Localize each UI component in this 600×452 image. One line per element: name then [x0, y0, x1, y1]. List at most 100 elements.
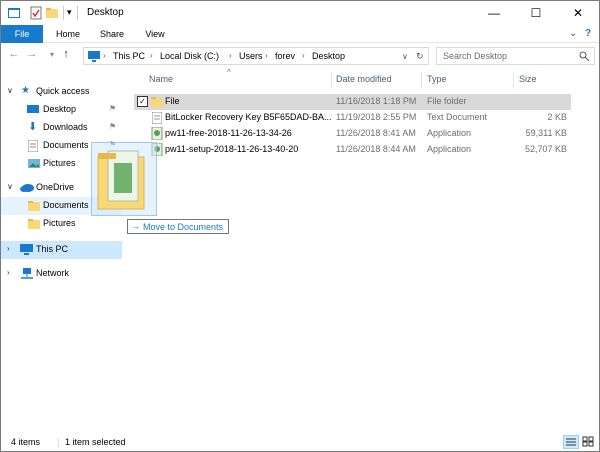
file-name: BitLocker Recovery Key B5F65DAD-BA... — [165, 112, 332, 122]
breadcrumb-chevron-icon[interactable]: › — [265, 51, 268, 60]
minimize-button[interactable]: — — [473, 1, 515, 25]
column-divider[interactable] — [331, 72, 332, 89]
properties-check-icon[interactable] — [29, 6, 43, 20]
collapse-chevron-icon[interactable]: › — [7, 268, 10, 277]
download-arrow-icon: ⬇ — [28, 121, 38, 133]
desktop-icon — [27, 105, 39, 113]
this-pc-small-icon — [88, 51, 100, 62]
tab-file[interactable]: File — [1, 25, 43, 43]
title-separator — [77, 6, 78, 20]
tab-home[interactable]: Home — [49, 25, 87, 43]
drag-tooltip-text: Move to Documents — [143, 222, 224, 232]
details-view-button[interactable] — [563, 435, 579, 449]
breadcrumb-local-disk[interactable]: Local Disk (C:) — [160, 51, 219, 61]
file-list: Name ^ Date modified Type Size ✓ File 11… — [122, 68, 599, 433]
expand-chevron-icon[interactable]: ∨ — [7, 86, 13, 95]
selection-count: 1 item selected — [65, 437, 126, 447]
file-name: File — [165, 96, 180, 106]
close-button[interactable]: ✕ — [557, 1, 599, 25]
quick-access-toolbar-dropdown-icon[interactable]: ▾ — [67, 7, 72, 18]
nav-qa-desktop[interactable]: Desktop ⚑ — [1, 101, 122, 119]
breadcrumb-chevron-icon[interactable]: › — [229, 51, 232, 60]
table-row[interactable]: pw11-setup-2018-11-26-13-40-20 11/26/201… — [134, 142, 571, 158]
table-row[interactable]: BitLocker Recovery Key B5F65DAD-BA... 11… — [134, 110, 571, 126]
row-checkbox[interactable]: ✓ — [137, 96, 148, 107]
large-icons-view-button[interactable] — [581, 435, 597, 449]
file-size: 52,707 KB — [524, 144, 567, 154]
help-icon[interactable]: ? — [585, 28, 591, 39]
nav-label: This PC — [36, 244, 69, 254]
breadcrumb-desktop[interactable]: Desktop — [312, 51, 345, 61]
collapse-chevron-icon[interactable]: › — [7, 244, 10, 253]
up-arrow-icon[interactable]: ↑ — [59, 48, 73, 60]
nav-label: OneDrive — [36, 182, 75, 192]
breadcrumb-forev[interactable]: forev — [275, 51, 295, 61]
new-folder-icon[interactable] — [45, 6, 59, 20]
column-divider[interactable] — [513, 72, 514, 89]
column-header-type[interactable]: Type — [427, 74, 447, 94]
folder-icon — [28, 219, 40, 229]
details-view-icon — [566, 438, 576, 446]
breadcrumb-users[interactable]: Users — [239, 51, 263, 61]
nav-label: Downloads — [43, 122, 88, 132]
this-pc-icon — [20, 244, 33, 255]
nav-label: Documents — [43, 200, 89, 210]
search-icon[interactable] — [579, 51, 590, 62]
large-icons-view-icon — [582, 436, 594, 447]
sort-ascending-icon: ^ — [227, 68, 231, 77]
dragged-folder-icon — [97, 150, 145, 210]
search-input[interactable]: Search Desktop — [436, 47, 595, 65]
folder-icon — [151, 97, 163, 107]
column-header-date[interactable]: Date modified — [336, 74, 392, 94]
column-divider[interactable] — [421, 72, 422, 89]
table-row[interactable]: pw11-free-2018-11-26-13-34-26 11/26/2018… — [134, 126, 571, 142]
pin-icon: ⚑ — [109, 122, 117, 131]
address-dropdown-icon[interactable]: ∨ — [402, 52, 408, 61]
file-date: 11/19/2018 2:55 PM — [336, 112, 417, 122]
file-date: 11/16/2018 1:18 PM — [336, 96, 417, 106]
breadcrumb-chevron-icon[interactable]: › — [150, 51, 153, 60]
tab-share[interactable]: Share — [93, 25, 131, 43]
nav-od-pictures[interactable]: Pictures — [1, 215, 122, 233]
file-name: pw11-free-2018-11-26-13-34-26 — [165, 128, 292, 138]
nav-label: Pictures — [43, 218, 76, 228]
column-header-name[interactable]: Name — [149, 74, 173, 94]
back-arrow-icon[interactable]: ← — [7, 48, 21, 60]
expand-chevron-icon[interactable]: ∨ — [7, 182, 13, 191]
nav-qa-downloads[interactable]: ⬇ Downloads ⚑ — [1, 119, 122, 137]
item-count: 4 items — [11, 437, 41, 447]
file-type: Application — [427, 144, 472, 154]
installer-application-icon — [151, 127, 163, 140]
documents-icon — [28, 140, 38, 152]
breadcrumb-chevron-icon[interactable]: › — [302, 51, 305, 60]
status-bar: 4 items | 1 item selected — [1, 433, 599, 451]
breadcrumb-this-pc[interactable]: This PC — [113, 51, 145, 61]
tab-view[interactable]: View — [137, 25, 173, 43]
file-date: 11/26/2018 8:41 AM — [336, 128, 416, 138]
pin-icon: ⚑ — [109, 104, 117, 113]
toolbar-separator — [63, 6, 64, 20]
expand-ribbon-icon[interactable]: ⌄ — [569, 28, 577, 39]
nav-quick-access[interactable]: ∨ ★ Quick access — [1, 83, 122, 101]
nav-network[interactable]: › Network — [1, 265, 122, 283]
forward-arrow-icon[interactable]: → — [25, 48, 39, 60]
pictures-icon — [28, 159, 40, 168]
breadcrumb-chevron-icon[interactable]: › — [103, 51, 106, 60]
table-row[interactable]: ✓ File 11/16/2018 1:18 PM File folder — [134, 94, 571, 110]
search-placeholder: Search Desktop — [443, 51, 508, 61]
maximize-button[interactable]: ☐ — [515, 1, 557, 25]
drag-ghost — [91, 142, 157, 216]
file-size: 59,311 KB — [525, 128, 567, 138]
recent-locations-icon[interactable]: ▾ — [45, 50, 59, 59]
status-separator: | — [57, 437, 60, 447]
nav-this-pc[interactable]: › This PC — [1, 241, 122, 259]
refresh-icon[interactable]: ↻ — [416, 51, 424, 62]
address-bar[interactable]: › This PC › Local Disk (C:) › Users › fo… — [83, 47, 429, 65]
nav-label: Documents — [43, 140, 89, 150]
nav-label: Desktop — [43, 104, 77, 114]
title-bar: ▾ Desktop — ☐ ✕ — [1, 1, 599, 25]
file-type: Text Document — [427, 112, 488, 122]
explorer-app-icon — [8, 8, 20, 18]
file-type: Application — [427, 128, 472, 138]
column-header-size[interactable]: Size — [519, 74, 537, 94]
